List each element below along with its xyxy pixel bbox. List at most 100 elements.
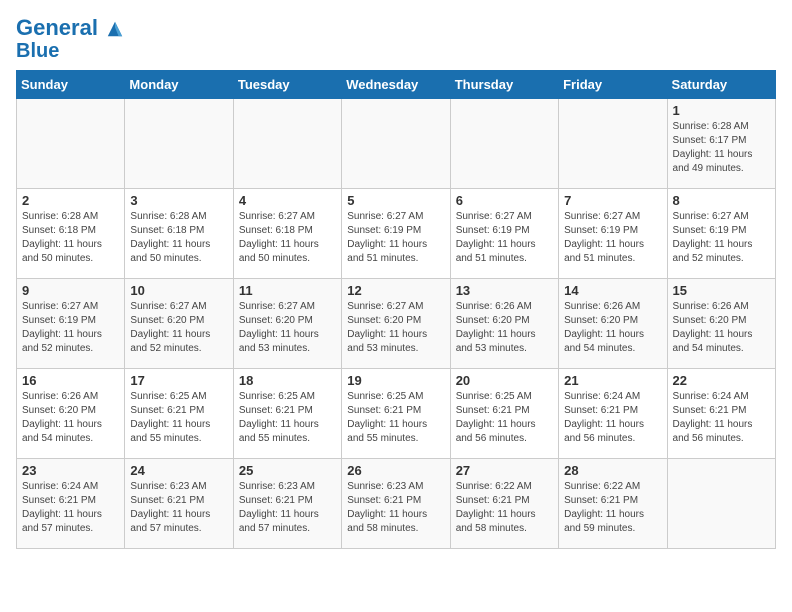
day-info: Sunrise: 6:27 AM Sunset: 6:19 PM Dayligh… bbox=[22, 300, 119, 356]
weekday-header-tuesday: Tuesday bbox=[233, 71, 341, 99]
logo-blue-text: Blue bbox=[16, 40, 124, 62]
calendar-day-cell: 25 Sunrise: 6:23 AM Sunset: 6:21 PM Dayli… bbox=[233, 459, 341, 549]
weekday-header-sunday: Sunday bbox=[17, 71, 125, 99]
day-info: Sunrise: 6:27 AM Sunset: 6:20 PM Dayligh… bbox=[239, 300, 336, 356]
calendar-week-row: 1Sunrise: 6:28 AM Sunset: 6:17 PM Daylig… bbox=[17, 99, 776, 189]
day-number: 23 bbox=[22, 463, 119, 478]
day-number: 14 bbox=[564, 283, 661, 298]
calendar-day-cell: 16 Sunrise: 6:26 AM Sunset: 6:20 PM Dayli… bbox=[17, 369, 125, 459]
logo-text: General bbox=[16, 16, 124, 40]
day-info: Sunrise: 6:27 AM Sunset: 6:19 PM Dayligh… bbox=[564, 210, 661, 266]
calendar-table: SundayMondayTuesdayWednesdayThursdayFrid… bbox=[16, 70, 776, 549]
calendar-day-cell bbox=[125, 99, 233, 189]
calendar-day-cell: 19 Sunrise: 6:25 AM Sunset: 6:21 PM Dayli… bbox=[342, 369, 450, 459]
day-info: Sunrise: 6:28 AM Sunset: 6:18 PM Dayligh… bbox=[130, 210, 227, 266]
calendar-day-cell: 22 Sunrise: 6:24 AM Sunset: 6:21 PM Dayli… bbox=[667, 369, 775, 459]
calendar-week-row: 23 Sunrise: 6:24 AM Sunset: 6:21 PM Dayli… bbox=[17, 459, 776, 549]
day-number: 5 bbox=[347, 193, 444, 208]
day-info: Sunrise: 6:24 AM Sunset: 6:21 PM Dayligh… bbox=[22, 480, 119, 536]
day-number: 24 bbox=[130, 463, 227, 478]
day-info: Sunrise: 6:25 AM Sunset: 6:21 PM Dayligh… bbox=[239, 390, 336, 446]
calendar-day-cell: 23 Sunrise: 6:24 AM Sunset: 6:21 PM Dayli… bbox=[17, 459, 125, 549]
day-number: 25 bbox=[239, 463, 336, 478]
day-info: Sunrise: 6:26 AM Sunset: 6:20 PM Dayligh… bbox=[456, 300, 553, 356]
day-number: 13 bbox=[456, 283, 553, 298]
calendar-day-cell: 12 Sunrise: 6:27 AM Sunset: 6:20 PM Dayli… bbox=[342, 279, 450, 369]
calendar-day-cell bbox=[342, 99, 450, 189]
weekday-header-wednesday: Wednesday bbox=[342, 71, 450, 99]
calendar-week-row: 2Sunrise: 6:28 AM Sunset: 6:18 PM Daylig… bbox=[17, 189, 776, 279]
day-number: 3 bbox=[130, 193, 227, 208]
day-info: Sunrise: 6:23 AM Sunset: 6:21 PM Dayligh… bbox=[130, 480, 227, 536]
day-number: 1 bbox=[673, 103, 770, 118]
calendar-day-cell: 3 Sunrise: 6:28 AM Sunset: 6:18 PM Daylig… bbox=[125, 189, 233, 279]
calendar-day-cell: 5 Sunrise: 6:27 AM Sunset: 6:19 PM Daylig… bbox=[342, 189, 450, 279]
calendar-day-cell: 14 Sunrise: 6:26 AM Sunset: 6:20 PM Dayli… bbox=[559, 279, 667, 369]
weekday-header-friday: Friday bbox=[559, 71, 667, 99]
weekday-header-thursday: Thursday bbox=[450, 71, 558, 99]
calendar-day-cell: 11 Sunrise: 6:27 AM Sunset: 6:20 PM Dayli… bbox=[233, 279, 341, 369]
day-info: Sunrise: 6:27 AM Sunset: 6:19 PM Dayligh… bbox=[673, 210, 770, 266]
day-number: 16 bbox=[22, 373, 119, 388]
calendar-day-cell: 17 Sunrise: 6:25 AM Sunset: 6:21 PM Dayli… bbox=[125, 369, 233, 459]
day-info: Sunrise: 6:27 AM Sunset: 6:19 PM Dayligh… bbox=[347, 210, 444, 266]
day-info: Sunrise: 6:27 AM Sunset: 6:19 PM Dayligh… bbox=[456, 210, 553, 266]
day-number: 22 bbox=[673, 373, 770, 388]
day-number: 6 bbox=[456, 193, 553, 208]
calendar-week-row: 16 Sunrise: 6:26 AM Sunset: 6:20 PM Dayli… bbox=[17, 369, 776, 459]
day-number: 17 bbox=[130, 373, 227, 388]
day-number: 11 bbox=[239, 283, 336, 298]
day-number: 26 bbox=[347, 463, 444, 478]
weekday-header-row: SundayMondayTuesdayWednesdayThursdayFrid… bbox=[17, 71, 776, 99]
day-number: 19 bbox=[347, 373, 444, 388]
calendar-day-cell: 2Sunrise: 6:28 AM Sunset: 6:18 PM Daylig… bbox=[17, 189, 125, 279]
day-number: 10 bbox=[130, 283, 227, 298]
day-info: Sunrise: 6:27 AM Sunset: 6:20 PM Dayligh… bbox=[347, 300, 444, 356]
calendar-day-cell: 1Sunrise: 6:28 AM Sunset: 6:17 PM Daylig… bbox=[667, 99, 775, 189]
day-info: Sunrise: 6:22 AM Sunset: 6:21 PM Dayligh… bbox=[564, 480, 661, 536]
day-info: Sunrise: 6:23 AM Sunset: 6:21 PM Dayligh… bbox=[239, 480, 336, 536]
day-info: Sunrise: 6:27 AM Sunset: 6:18 PM Dayligh… bbox=[239, 210, 336, 266]
day-info: Sunrise: 6:24 AM Sunset: 6:21 PM Dayligh… bbox=[564, 390, 661, 446]
calendar-day-cell: 15Sunrise: 6:26 AM Sunset: 6:20 PM Dayli… bbox=[667, 279, 775, 369]
day-number: 18 bbox=[239, 373, 336, 388]
calendar-day-cell: 24 Sunrise: 6:23 AM Sunset: 6:21 PM Dayli… bbox=[125, 459, 233, 549]
calendar-day-cell bbox=[233, 99, 341, 189]
calendar-day-cell: 10 Sunrise: 6:27 AM Sunset: 6:20 PM Dayli… bbox=[125, 279, 233, 369]
day-info: Sunrise: 6:24 AM Sunset: 6:21 PM Dayligh… bbox=[673, 390, 770, 446]
day-info: Sunrise: 6:22 AM Sunset: 6:21 PM Dayligh… bbox=[456, 480, 553, 536]
day-number: 20 bbox=[456, 373, 553, 388]
day-info: Sunrise: 6:26 AM Sunset: 6:20 PM Dayligh… bbox=[673, 300, 770, 356]
day-info: Sunrise: 6:27 AM Sunset: 6:20 PM Dayligh… bbox=[130, 300, 227, 356]
day-number: 21 bbox=[564, 373, 661, 388]
day-info: Sunrise: 6:26 AM Sunset: 6:20 PM Dayligh… bbox=[22, 390, 119, 446]
calendar-day-cell bbox=[17, 99, 125, 189]
day-number: 9 bbox=[22, 283, 119, 298]
calendar-day-cell: 7 Sunrise: 6:27 AM Sunset: 6:19 PM Daylig… bbox=[559, 189, 667, 279]
day-number: 12 bbox=[347, 283, 444, 298]
calendar-day-cell bbox=[450, 99, 558, 189]
calendar-day-cell: 28Sunrise: 6:22 AM Sunset: 6:21 PM Dayli… bbox=[559, 459, 667, 549]
weekday-header-monday: Monday bbox=[125, 71, 233, 99]
day-info: Sunrise: 6:25 AM Sunset: 6:21 PM Dayligh… bbox=[347, 390, 444, 446]
day-info: Sunrise: 6:25 AM Sunset: 6:21 PM Dayligh… bbox=[130, 390, 227, 446]
calendar-week-row: 9 Sunrise: 6:27 AM Sunset: 6:19 PM Daylig… bbox=[17, 279, 776, 369]
page-header: General Blue bbox=[16, 16, 776, 62]
day-info: Sunrise: 6:23 AM Sunset: 6:21 PM Dayligh… bbox=[347, 480, 444, 536]
day-number: 8 bbox=[673, 193, 770, 208]
day-info: Sunrise: 6:26 AM Sunset: 6:20 PM Dayligh… bbox=[564, 300, 661, 356]
day-number: 27 bbox=[456, 463, 553, 478]
day-number: 4 bbox=[239, 193, 336, 208]
day-number: 7 bbox=[564, 193, 661, 208]
calendar-day-cell bbox=[667, 459, 775, 549]
calendar-day-cell: 20Sunrise: 6:25 AM Sunset: 6:21 PM Dayli… bbox=[450, 369, 558, 459]
weekday-header-saturday: Saturday bbox=[667, 71, 775, 99]
calendar-day-cell: 6 Sunrise: 6:27 AM Sunset: 6:19 PM Daylig… bbox=[450, 189, 558, 279]
calendar-day-cell: 4 Sunrise: 6:27 AM Sunset: 6:18 PM Daylig… bbox=[233, 189, 341, 279]
calendar-day-cell: 21 Sunrise: 6:24 AM Sunset: 6:21 PM Dayli… bbox=[559, 369, 667, 459]
calendar-day-cell: 8 Sunrise: 6:27 AM Sunset: 6:19 PM Daylig… bbox=[667, 189, 775, 279]
calendar-day-cell: 27 Sunrise: 6:22 AM Sunset: 6:21 PM Dayli… bbox=[450, 459, 558, 549]
day-info: Sunrise: 6:28 AM Sunset: 6:18 PM Dayligh… bbox=[22, 210, 119, 266]
logo: General Blue bbox=[16, 16, 124, 62]
calendar-day-cell bbox=[559, 99, 667, 189]
